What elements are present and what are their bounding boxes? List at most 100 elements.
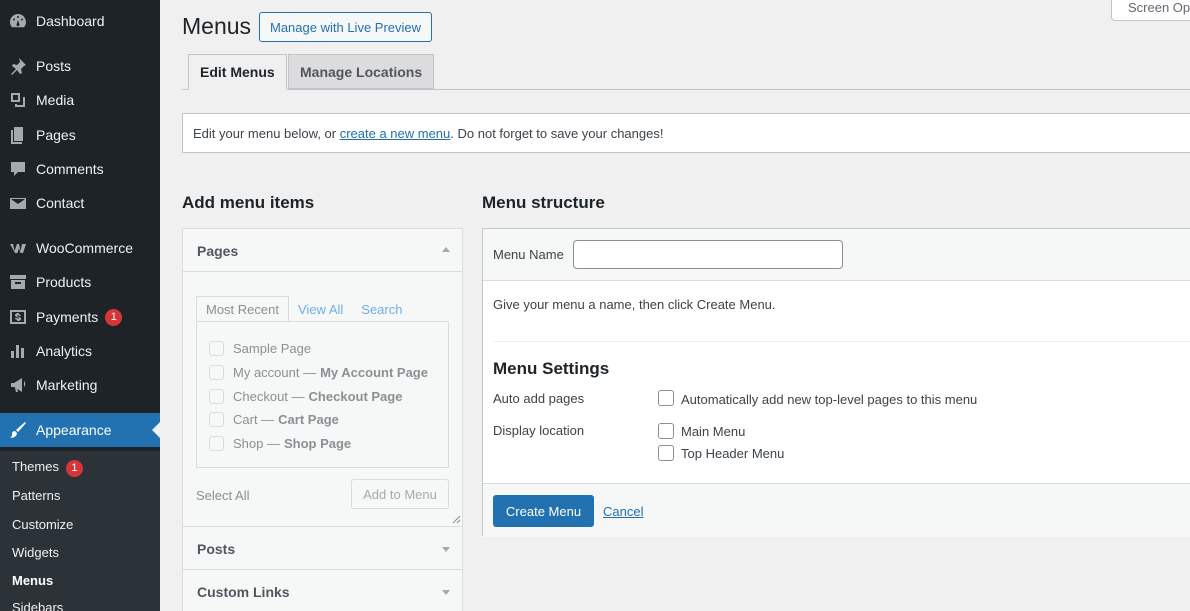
page-title-text: Cart — [233,412,275,427]
menu-name-header: Menu Name [483,229,1190,281]
tab-edit-menus[interactable]: Edit Menus [188,54,287,90]
page-suffix-text: My Account Page [320,365,428,380]
posts-accordion[interactable]: Posts [182,526,463,570]
submenu-item-widgets[interactable]: Widgets [12,545,59,560]
subtab-search[interactable]: Search [352,296,411,322]
menu-name-input[interactable] [573,240,843,269]
sidebar-item-products[interactable]: Products [0,265,160,299]
dashboard-icon [0,11,36,31]
notice-text-before: Edit your menu below, or [193,126,340,141]
sidebar-item-label: Media [36,92,75,108]
page-title: Menus [182,13,252,39]
create-menu-button[interactable]: Create Menu [493,495,594,527]
menu-settings-heading: Menu Settings [493,359,610,378]
sidebar-item-label: Marketing [36,377,98,393]
page-checkbox-row[interactable]: Cart — Cart Page [209,412,339,427]
sidebar-item-label: Payments [36,309,99,325]
tab-manage-locations[interactable]: Manage Locations [288,54,435,89]
notification-badge: 1 [105,308,123,326]
archive-icon [0,272,36,292]
checkbox[interactable] [209,365,224,380]
collapse-arrow-icon [442,247,450,252]
sidebar-item-label: Appearance [36,422,112,438]
sidebar-item-label: Products [36,274,92,290]
menu-structure-footer: Create Menu Cancel [483,483,1190,537]
media-icon [0,90,36,110]
tabs-divider [182,89,1190,90]
page-checkbox-row[interactable]: Checkout — Checkout Page [209,389,402,404]
sidebar-item-label: Contact [36,195,85,211]
page-title-text: Shop — [233,436,280,451]
resize-handle-icon[interactable] [452,515,461,524]
sidebar-item-analytics[interactable]: Analytics [0,334,160,368]
menu-name-label: Menu Name [493,247,564,262]
section-divider [493,341,1190,342]
checkbox[interactable] [209,389,224,404]
submenu-item-label: Themes [12,459,59,474]
sidebar-item-label: Dashboard [36,13,105,29]
expand-arrow-icon [442,590,450,595]
page-title-text: Sample Page [233,341,312,356]
select-all-label[interactable]: Select All [196,488,249,503]
display-location-label: Display location [493,423,585,438]
auto-add-pages-option[interactable]: Automatically add new top-level pages to… [681,392,977,407]
menu-structure-panel: Menu Name Give your menu a name, then cl… [482,228,1190,537]
submenu-item-sidebars[interactable]: Sidebars [12,600,63,611]
subtab-most-recent[interactable]: Most Recent [196,296,289,322]
sidebar-item-label: Analytics [36,343,93,359]
sidebar-item-contact[interactable]: Contact [0,186,160,220]
bar-chart-icon [0,341,36,361]
top-header-menu-checkbox[interactable] [658,445,674,461]
screen-options-button[interactable]: Screen Options [1111,0,1190,21]
submenu-item-themes[interactable]: Themes 1 [12,459,83,477]
live-preview-button[interactable]: Manage with Live Preview [259,12,433,42]
page-checkbox-row[interactable]: Sample Page [209,341,311,356]
main-content: Menus Manage with Live Preview Screen Op… [160,0,1190,611]
add-to-menu-button[interactable]: Add to Menu [351,479,449,509]
create-new-menu-link[interactable]: create a new menu [340,126,451,141]
sidebar-item-label: Posts [36,58,72,74]
cancel-link[interactable]: Cancel [603,504,643,519]
comment-icon [0,159,36,179]
pages-subtabs: Most Recent View All Search [196,296,411,322]
sidebar-item-woocommerce[interactable]: WooCommerce [0,231,160,265]
main-menu-option[interactable]: Main Menu [681,424,745,439]
checkbox[interactable] [209,341,224,356]
appearance-submenu: Themes 1 Patterns Customize Widgets Menus… [0,451,160,611]
megaphone-icon [0,375,36,395]
checkbox[interactable] [209,412,224,427]
main-menu-checkbox[interactable] [658,423,674,439]
envelope-icon [0,193,36,213]
page-checkbox-row[interactable]: My account — My Account Page [209,365,428,380]
paintbrush-icon [0,420,36,440]
page-suffix-text: Checkout Page [308,389,403,404]
notification-badge: 1 [65,459,83,477]
top-header-menu-option[interactable]: Top Header Menu [681,446,784,461]
submenu-item-menus[interactable]: Menus [12,573,53,588]
page-suffix-text: Cart Page [278,412,339,427]
sidebar-item-label: Pages [36,127,76,143]
current-menu-arrow [152,422,160,438]
checkbox[interactable] [209,436,224,451]
pages-accordion-header[interactable]: Pages [183,229,462,272]
sidebar-item-posts[interactable]: Posts [0,49,160,83]
page-suffix-text: Shop Page [283,436,352,451]
sidebar-item-pages[interactable]: Pages [0,118,160,152]
page-title-text: Checkout — [233,389,305,404]
dollar-icon [0,307,36,327]
subtab-view-all[interactable]: View All [289,296,352,322]
sidebar-item-dashboard[interactable]: Dashboard [0,4,160,38]
sidebar-item-media[interactable]: Media [0,83,160,117]
custom-links-accordion-title: Custom Links [197,584,290,600]
submenu-item-customize[interactable]: Customize [12,517,73,532]
sidebar-item-marketing[interactable]: Marketing [0,368,160,402]
posts-accordion-title: Posts [197,541,236,557]
auto-add-pages-checkbox[interactable] [658,390,674,406]
sidebar-item-comments[interactable]: Comments [0,152,160,186]
custom-links-accordion[interactable]: Custom Links [182,569,463,611]
sidebar-item-appearance[interactable]: Appearance [0,413,160,447]
submenu-item-patterns[interactable]: Patterns [12,488,60,503]
page-checkbox-row[interactable]: Shop — Shop Page [209,436,351,451]
sidebar-item-label: WooCommerce [36,240,133,256]
sidebar-item-payments[interactable]: Payments 1 [0,300,160,334]
